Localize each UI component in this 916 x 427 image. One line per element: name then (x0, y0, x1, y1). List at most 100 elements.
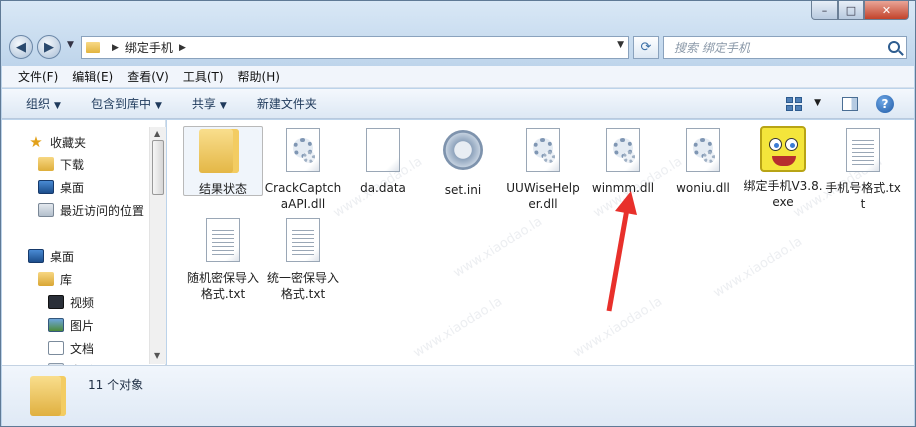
preview-pane-icon[interactable] (842, 97, 858, 111)
help-icon[interactable]: ? (876, 95, 894, 113)
minimize-button[interactable]: – (811, 1, 838, 20)
include-library-button[interactable]: 包含到库中 ▼ (91, 95, 162, 112)
nav-pane-scrollbar[interactable]: ▲ ▼ (149, 127, 166, 364)
desktop-icon (38, 180, 54, 194)
navigation-pane: ★收藏夹 下载 桌面 最近访问的位置 桌面 库 视频 图片 文档 音乐 (2, 120, 166, 365)
menu-view[interactable]: 查看(V) (127, 68, 169, 85)
nav-item-desktop-root[interactable]: 桌面 (28, 246, 74, 266)
close-button[interactable]: ✕ (864, 1, 909, 20)
nav-item-documents[interactable]: 文档 (48, 338, 94, 358)
search-icon[interactable] (888, 41, 900, 53)
address-row: ◀ ▶ ▼ ▶ 绑定手机 ▶ ▼ ⟳ 搜索 绑定手机 (9, 34, 909, 60)
nav-item-label: 桌面 (60, 180, 85, 195)
file-item-ini[interactable]: set.ini (423, 126, 503, 198)
file-name: 结果状态 (198, 182, 247, 196)
dll-file-icon (519, 128, 567, 176)
back-arrow-icon: ◀ (16, 39, 26, 55)
refresh-icon: ⟳ (640, 40, 652, 55)
file-item-dll[interactable]: woniu.dll (663, 126, 743, 196)
chevron-down-icon: ▼ (54, 101, 61, 111)
nav-item-downloads[interactable]: 下载 (38, 154, 84, 174)
back-button[interactable]: ◀ (9, 35, 33, 59)
folder-icon (199, 129, 247, 177)
scroll-up-icon[interactable]: ▲ (154, 129, 160, 138)
recent-pages-dropdown-icon[interactable]: ▼ (67, 40, 74, 50)
nav-item-label: 图片 (70, 318, 95, 333)
organize-label: 组织 (26, 97, 51, 111)
address-dropdown-icon[interactable]: ▼ (617, 40, 624, 50)
folder-icon (30, 376, 66, 416)
item-count: 11 个对象 (88, 378, 144, 392)
include-library-label: 包含到库中 (90, 97, 151, 111)
pictures-library-icon (48, 318, 64, 332)
file-name: woniu.dll (676, 181, 730, 195)
chevron-right-icon[interactable]: ▶ (179, 43, 186, 53)
menu-tools[interactable]: 工具(T) (183, 68, 224, 85)
downloads-folder-icon (38, 157, 54, 171)
menu-edit[interactable]: 编辑(E) (72, 68, 113, 85)
file-name: 手机号格式.txt (825, 181, 901, 211)
nav-item-videos[interactable]: 视频 (48, 292, 94, 312)
file-item-txt[interactable]: 手机号格式.txt (823, 126, 903, 212)
chevron-right-icon[interactable]: ▶ (112, 43, 119, 53)
dll-file-icon (279, 128, 327, 176)
organize-button[interactable]: 组织 ▼ (26, 95, 61, 112)
breadcrumb-current[interactable]: 绑定手机 (125, 39, 173, 56)
blank-file-icon (359, 128, 407, 176)
change-view-icon[interactable] (786, 97, 802, 111)
star-icon: ★ (29, 133, 43, 151)
forward-arrow-icon: ▶ (44, 39, 54, 55)
forward-button[interactable]: ▶ (37, 35, 61, 59)
file-item-txt[interactable]: 随机密保导入格式.txt (183, 216, 263, 302)
nav-item-label: 库 (60, 272, 73, 287)
nav-item-label: 桌面 (50, 249, 75, 264)
scrollbar-thumb[interactable] (152, 140, 164, 195)
nav-item-label: 文档 (70, 341, 95, 356)
file-item-data[interactable]: da.data (343, 126, 423, 196)
file-item-folder[interactable]: 结果状态 (183, 126, 263, 196)
annotation-arrow (606, 191, 637, 312)
file-item-dll[interactable]: CrackCaptchaAPI.dll (263, 126, 343, 212)
menu-bar: 文件(F) 编辑(E) 查看(V) 工具(T) 帮助(H) (2, 66, 914, 88)
recent-places-icon (38, 203, 54, 217)
text-file-icon (279, 218, 327, 266)
dll-file-icon (679, 128, 727, 176)
dll-file-icon (599, 128, 647, 176)
file-item-dll[interactable]: UUWiseHelper.dll (503, 126, 583, 212)
refresh-button[interactable]: ⟳ (633, 36, 659, 59)
scroll-down-icon[interactable]: ▼ (154, 351, 160, 360)
search-placeholder: 搜索 绑定手机 (674, 41, 750, 55)
file-name: 绑定手机V3.8.exe (743, 179, 823, 209)
view-dropdown-icon[interactable]: ▼ (814, 98, 821, 108)
nav-item-label: 视频 (70, 295, 95, 310)
menu-file[interactable]: 文件(F) (18, 68, 58, 85)
menu-help[interactable]: 帮助(H) (238, 68, 280, 85)
maximize-button[interactable]: □ (838, 1, 864, 20)
address-bar[interactable]: ▶ 绑定手机 ▶ ▼ (81, 36, 629, 59)
nav-item-libraries[interactable]: 库 (38, 269, 72, 289)
file-item-txt[interactable]: 统一密保导入格式.txt (263, 216, 343, 302)
status-bar: 11 个对象 (2, 365, 914, 426)
caption-buttons: – □ ✕ (811, 1, 909, 20)
chevron-down-icon: ▼ (154, 101, 162, 111)
video-library-icon (48, 295, 64, 309)
text-file-icon (839, 128, 887, 176)
nav-item-label: 收藏夹 (50, 135, 87, 150)
search-input[interactable]: 搜索 绑定手机 (663, 36, 907, 59)
chevron-down-icon: ▼ (219, 101, 227, 111)
file-name: CrackCaptchaAPI.dll (264, 181, 342, 211)
file-name: 随机密保导入格式.txt (186, 271, 259, 301)
share-button[interactable]: 共享 ▼ (192, 95, 227, 112)
file-item-dll[interactable]: winmm.dll (583, 126, 663, 196)
file-item-exe[interactable]: 绑定手机V3.8.exe (743, 126, 823, 210)
file-name: set.ini (444, 183, 482, 197)
explorer-window: – □ ✕ ◀ ▶ ▼ ▶ 绑定手机 ▶ ▼ ⟳ 搜索 绑定手机 文件(F) 编… (0, 0, 916, 427)
nav-item-recent-places[interactable]: 最近访问的位置 (38, 200, 144, 220)
nav-item-favorites[interactable]: ★ 收藏夹 (28, 132, 86, 152)
nav-item-pictures[interactable]: 图片 (48, 315, 94, 335)
nav-item-desktop[interactable]: 桌面 (38, 177, 84, 197)
file-name: da.data (360, 181, 406, 195)
library-icon (38, 272, 54, 286)
spongebob-app-icon (759, 126, 807, 174)
new-folder-button[interactable]: 新建文件夹 (257, 95, 317, 112)
